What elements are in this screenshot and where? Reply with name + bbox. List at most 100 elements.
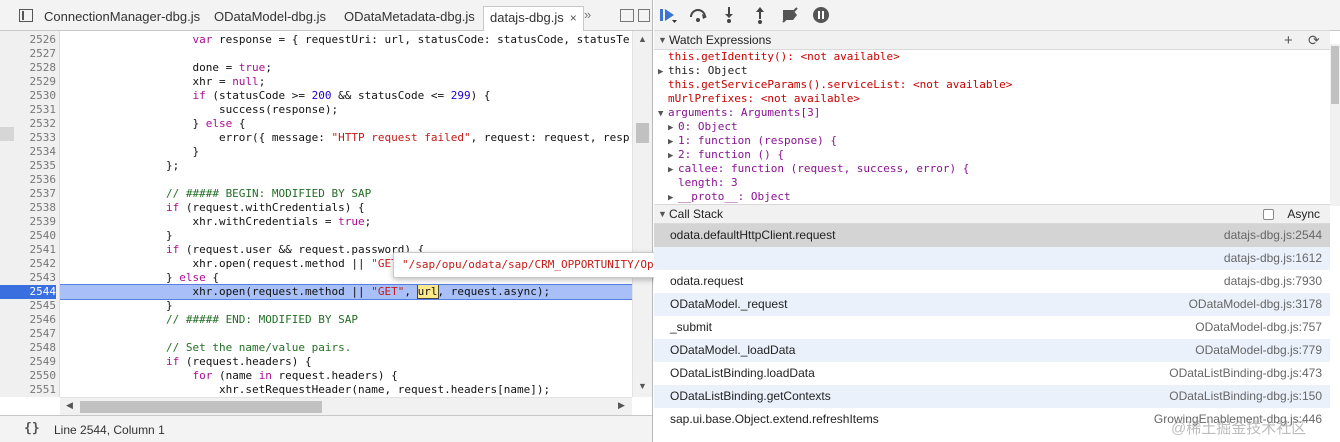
line-number[interactable]: 2531 <box>0 103 57 117</box>
watch-child[interactable]: ▶ callee: function (request, success, err… <box>668 162 969 176</box>
code-line: xhr = null; <box>60 75 266 88</box>
line-number[interactable]: 2539 <box>0 215 57 229</box>
step-out-icon[interactable] <box>750 5 770 25</box>
watch-item[interactable]: this.getIdentity(): <not available> <box>668 50 900 64</box>
step-into-icon[interactable] <box>719 5 739 25</box>
line-number[interactable]: 2526 <box>0 33 57 47</box>
expand-triangle-icon[interactable]: ▶ <box>668 163 678 177</box>
tab-connectionmanager[interactable]: ConnectionManager-dbg.js <box>44 6 200 28</box>
line-number[interactable]: 2543 <box>0 271 57 285</box>
scroll-left-icon[interactable]: ◀ <box>66 400 73 411</box>
code-line: } <box>60 229 173 242</box>
line-number[interactable]: 2549 <box>0 355 57 369</box>
call-frame[interactable]: ODataListBinding.getContexts ODataListBin… <box>654 385 1330 408</box>
code-line: for (name in request.headers) { <box>192 369 398 382</box>
line-number[interactable]: 2548 <box>0 341 57 355</box>
navigator-toggle-icon[interactable] <box>19 9 33 22</box>
line-number[interactable]: 2535 <box>0 159 57 173</box>
code-line: // ##### BEGIN: MODIFIED BY SAP <box>60 187 372 200</box>
line-number[interactable]: 2527 <box>0 47 57 61</box>
pause-on-exceptions-icon[interactable] <box>811 5 831 25</box>
expand-triangle-icon[interactable]: ▶ <box>668 149 678 163</box>
watch-child[interactable]: ▶ 1: function (response) { <box>668 134 837 148</box>
call-frame[interactable]: odata.defaultHttpClient.request datajs-db… <box>654 224 1330 247</box>
scroll-right-icon[interactable]: ▶ <box>618 400 625 411</box>
code-line: } else { <box>60 117 246 130</box>
expand-triangle-icon[interactable]: ▶ <box>668 121 678 135</box>
async-checkbox[interactable] <box>1263 209 1274 220</box>
watch-child[interactable]: ▶ 2: function () { <box>668 148 784 162</box>
line-number[interactable]: 2537 <box>0 187 57 201</box>
call-frame[interactable]: datajs-dbg.js:1612 <box>654 247 1330 270</box>
call-stack-header[interactable]: ▼ Call Stack Async <box>654 204 1330 224</box>
line-number[interactable]: 2541 <box>0 243 57 257</box>
code-line: // ##### END: MODIFIED BY SAP <box>60 313 359 326</box>
line-number[interactable]: 2551 <box>0 383 57 397</box>
call-frame[interactable]: ODataModel._loadData ODataModel-dbg.js:77… <box>654 339 1330 362</box>
line-number[interactable]: 2546 <box>0 313 57 327</box>
scroll-up-icon[interactable]: ▲ <box>638 34 647 44</box>
more-tabs-icon[interactable]: » <box>584 7 591 22</box>
watch-child[interactable]: ▶ __proto__: Object <box>668 190 791 204</box>
async-label: Async <box>1287 207 1320 221</box>
watch-scrollbar[interactable] <box>1330 44 1340 206</box>
line-number[interactable]: 2542 <box>0 257 57 271</box>
line-number[interactable]: 2528 <box>0 61 57 75</box>
pretty-print-button[interactable]: {} <box>24 421 40 436</box>
cursor-position: Line 2544, Column 1 <box>54 423 165 437</box>
editor-horizontal-scrollbar[interactable]: ◀ ▶ <box>60 397 632 415</box>
line-number[interactable]: 2540 <box>0 229 57 243</box>
tab-odatamodel[interactable]: ODataModel-dbg.js <box>214 6 326 28</box>
scroll-thumb[interactable] <box>80 401 322 413</box>
line-number[interactable]: 2536 <box>0 173 57 187</box>
debugger-sidebar: ▼ Watch Expressions + ⟳ this.getIdentity… <box>654 0 1340 442</box>
call-frame[interactable]: _submit ODataModel-dbg.js:757 <box>654 316 1330 339</box>
scroll-thumb[interactable] <box>636 123 649 143</box>
expand-triangle-icon[interactable]: ▶ <box>668 191 678 205</box>
scroll-thumb[interactable] <box>1331 46 1339 104</box>
watch-expressions-header[interactable]: ▼ Watch Expressions + ⟳ <box>654 30 1330 50</box>
line-number[interactable]: 2550 <box>0 369 57 383</box>
call-frame[interactable]: odata.request datajs-dbg.js:7930 <box>654 270 1330 293</box>
line-number[interactable]: 2538 <box>0 201 57 215</box>
watermark: @稀土掘金技术社区 <box>1171 420 1307 437</box>
call-frame[interactable]: ODataModel._request ODataModel-dbg.js:317… <box>654 293 1330 316</box>
tab-odatametadata[interactable]: ODataMetadata-dbg.js <box>344 6 475 28</box>
editor-tab-bar: ConnectionManager-dbg.js ODataModel-dbg.… <box>0 0 652 31</box>
code-line: success(response); <box>60 103 339 116</box>
tab-datajs[interactable]: datajs-dbg.js × <box>483 6 584 31</box>
line-number[interactable]: 2534 <box>0 145 57 159</box>
refresh-watch-icon[interactable]: ⟳ <box>1308 32 1320 49</box>
line-number[interactable]: 2547 <box>0 327 57 341</box>
expand-triangle-icon[interactable]: ▶ <box>658 65 668 79</box>
dock-icon[interactable] <box>638 9 650 22</box>
step-over-icon[interactable] <box>688 5 708 25</box>
watch-item[interactable]: ▶ this: Object <box>658 64 747 78</box>
hovered-token[interactable]: url <box>416 284 439 299</box>
resume-icon[interactable] <box>658 5 678 25</box>
code-area[interactable]: var response = { requestUri: url, status… <box>60 31 632 397</box>
close-tab-icon[interactable]: × <box>570 11 577 25</box>
call-frame[interactable]: ODataListBinding.loadData ODataListBindin… <box>654 362 1330 385</box>
scroll-down-icon[interactable]: ▼ <box>638 381 647 391</box>
line-number[interactable]: 2529 <box>0 75 57 89</box>
watch-item[interactable]: ▼ arguments: Arguments[3] <box>658 106 820 120</box>
collapse-triangle-icon[interactable]: ▼ <box>658 107 668 121</box>
line-number[interactable]: 2530 <box>0 89 57 103</box>
watch-item[interactable]: mUrlPrefixes: <not available> <box>668 92 860 106</box>
editor-vertical-scrollbar[interactable]: ▲ ▼ <box>632 31 652 397</box>
watch-child[interactable]: ▶ 0: Object <box>668 120 738 134</box>
expand-triangle-icon[interactable]: ▶ <box>668 135 678 149</box>
watch-item[interactable]: this.getServiceParams().serviceList: <no… <box>668 78 1012 92</box>
debugger-toolbar <box>654 0 1340 31</box>
toggle-debugger-sidebar-icon[interactable] <box>620 9 634 22</box>
line-number[interactable]: 2545 <box>0 299 57 313</box>
deactivate-breakpoints-icon[interactable] <box>780 5 800 25</box>
line-number[interactable]: 2544 <box>0 285 56 299</box>
code-line: xhr.setRequestHeader(name, request.heade… <box>60 383 551 396</box>
add-watch-icon[interactable]: + <box>1284 32 1293 49</box>
code-line: // Set the name/value pairs. <box>60 341 352 354</box>
line-number-gutter[interactable]: 2526 2527 2528 2529 2530 2531 2532 2533 2534 2535… <box>0 31 60 397</box>
code-line: } <box>60 299 173 312</box>
